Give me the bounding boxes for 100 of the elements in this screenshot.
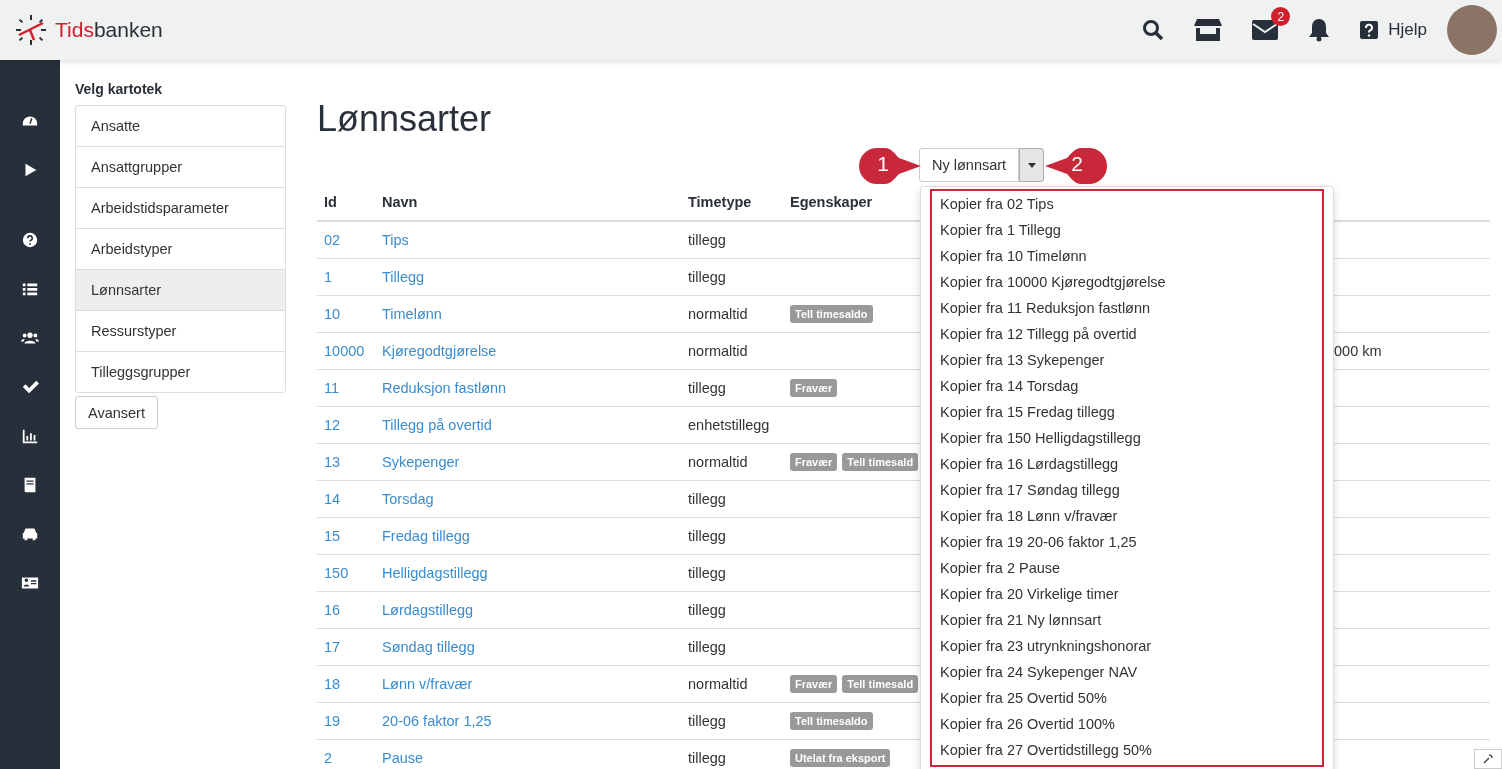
table-cell: tillegg xyxy=(688,232,726,248)
menu-item[interactable]: Kopier fra 14 Torsdag xyxy=(940,373,1314,399)
search-icon[interactable] xyxy=(1142,19,1165,41)
menu-item[interactable]: Kopier fra 11 Reduksjon fastlønn xyxy=(940,295,1314,321)
menu-item[interactable]: Kopier fra 12 Tillegg på overtid xyxy=(940,321,1314,347)
kartotek-item[interactable]: Lønnsarter xyxy=(76,269,285,310)
panel-heading: Velg kartotek xyxy=(75,81,164,97)
menu-item[interactable]: Kopier fra 19 20-06 faktor 1,25 xyxy=(940,529,1314,555)
table-cell: tillegg xyxy=(688,269,726,285)
menu-item[interactable]: Kopier fra 25 Overtid 50% xyxy=(940,685,1314,711)
bell-icon[interactable] xyxy=(1308,18,1331,42)
name-link[interactable]: Tillegg xyxy=(382,269,425,285)
menu-item[interactable]: Kopier fra 21 Ny lønnsart xyxy=(940,607,1314,633)
name-link[interactable]: Lønn v/fravær xyxy=(382,676,473,692)
name-link[interactable]: Pause xyxy=(382,750,424,766)
kartotek-item[interactable]: Ressurstyper xyxy=(76,310,285,351)
property-tag: Tell timesaldo xyxy=(790,712,873,730)
menu-item[interactable]: Kopier fra 10 Timelønn xyxy=(940,243,1314,269)
id-link[interactable]: 18 xyxy=(324,676,341,692)
property-tag: Tell timesald xyxy=(842,453,919,471)
id-link[interactable]: 13 xyxy=(324,454,341,470)
help-link[interactable]: Hjelp xyxy=(1388,20,1427,40)
logo-text[interactable]: Tidsbanken xyxy=(55,18,163,42)
new-button[interactable]: Ny lønnsart xyxy=(919,148,1020,182)
name-link[interactable]: Kjøregodtgjørelse xyxy=(382,343,497,359)
table-cell: 000 km xyxy=(1334,343,1382,359)
column-header: Id xyxy=(324,194,337,210)
property-tag: Utelat fra eksport xyxy=(790,749,891,767)
table-cell: normaltid xyxy=(688,306,748,322)
caret-icon xyxy=(1027,162,1036,168)
menu-item[interactable]: Kopier fra 23 utrynkningshonorar xyxy=(940,633,1314,659)
name-link[interactable]: 20-06 faktor 1,25 xyxy=(382,713,492,729)
chart-icon[interactable] xyxy=(21,427,39,445)
id-link[interactable]: 16 xyxy=(324,602,341,618)
tool-button[interactable] xyxy=(1474,749,1502,769)
id-link[interactable]: 1 xyxy=(324,269,333,285)
name-link[interactable]: Timelønn xyxy=(382,306,442,322)
kartotek-item[interactable]: Ansattgrupper xyxy=(76,146,285,187)
check-icon[interactable] xyxy=(21,378,39,396)
menu-item[interactable]: Kopier fra 20 Virkelige timer xyxy=(940,581,1314,607)
id-link[interactable]: 10 xyxy=(324,306,341,322)
table-cell: tillegg xyxy=(688,380,726,396)
table-cell: tillegg xyxy=(688,528,726,544)
question-icon[interactable] xyxy=(21,231,39,249)
menu-item[interactable]: Kopier fra 1 Tillegg xyxy=(940,217,1314,243)
table-cell: tillegg xyxy=(688,565,726,581)
menu-item[interactable]: Kopier fra 2 Pause xyxy=(940,555,1314,581)
mail-icon[interactable] xyxy=(1252,20,1279,40)
name-link[interactable]: Tillegg på overtid xyxy=(382,417,492,433)
kartotek-item[interactable]: Ansatte xyxy=(76,106,285,146)
table-cell: tillegg xyxy=(688,491,726,507)
advanced-button[interactable]: Avansert xyxy=(75,396,158,429)
help-icon[interactable] xyxy=(1360,21,1379,39)
id-link[interactable]: 11 xyxy=(324,380,340,396)
name-link[interactable]: Lørdagstillegg xyxy=(382,602,474,618)
menu-item[interactable]: Kopier fra 27 Overtidstillegg 50% xyxy=(940,737,1314,763)
id-link[interactable]: 150 xyxy=(324,565,349,581)
id-link[interactable]: 12 xyxy=(324,417,341,433)
kartotek-item[interactable]: Arbeidstidsparameter xyxy=(76,187,285,228)
table-cell: tillegg xyxy=(688,639,726,655)
id-link[interactable]: 17 xyxy=(324,639,341,655)
page-title: Lønnsarter xyxy=(317,98,493,140)
name-link[interactable]: Reduksjon fastlønn xyxy=(382,380,507,396)
property-tag: Fravær xyxy=(790,453,838,471)
user-avatar[interactable] xyxy=(1447,5,1497,55)
id-link[interactable]: 15 xyxy=(324,528,341,544)
name-link[interactable]: Søndag tillegg xyxy=(382,639,475,655)
name-link[interactable]: Torsdag xyxy=(382,491,434,507)
name-link[interactable]: Helligdagstillegg xyxy=(382,565,488,581)
property-tag: Fravær xyxy=(790,379,838,397)
menu-item[interactable]: Kopier fra 13 Sykepenger xyxy=(940,347,1314,373)
table-cell: normaltid xyxy=(688,676,748,692)
menu-item[interactable]: Kopier fra 24 Sykepenger NAV xyxy=(940,659,1314,685)
id-link[interactable]: 19 xyxy=(324,713,341,729)
property-tag: Tell timesaldo xyxy=(790,305,873,323)
property-tag: Tell timesald xyxy=(842,675,919,693)
store-icon[interactable] xyxy=(1194,18,1223,42)
kartotek-item[interactable]: Tilleggsgrupper xyxy=(76,351,285,392)
table-cell: tillegg xyxy=(688,713,726,729)
menu-item[interactable]: Kopier fra 17 Søndag tillegg xyxy=(940,477,1314,503)
callout-number: 2 xyxy=(1070,152,1084,176)
name-link[interactable]: Sykepenger xyxy=(382,454,460,470)
id-link[interactable]: 10000 xyxy=(324,343,365,359)
name-link[interactable]: Fredag tillegg xyxy=(382,528,470,544)
name-link[interactable]: Tips xyxy=(382,232,409,248)
table-cell: tillegg xyxy=(688,602,726,618)
property-tag: Fravær xyxy=(790,675,838,693)
menu-item[interactable]: Kopier fra 150 Helligdagstillegg xyxy=(940,425,1314,451)
id-link[interactable]: 2 xyxy=(324,750,333,766)
table-cell: tillegg xyxy=(688,750,726,766)
clock-logo-icon xyxy=(15,14,47,46)
menu-item[interactable]: Kopier fra 02 Tips xyxy=(940,191,1314,217)
menu-item[interactable]: Kopier fra 15 Fredag tillegg xyxy=(940,399,1314,425)
menu-item[interactable]: Kopier fra 18 Lønn v/fravær xyxy=(940,503,1314,529)
menu-item[interactable]: Kopier fra 10000 Kjøregodtgjørelse xyxy=(940,269,1314,295)
id-link[interactable]: 02 xyxy=(324,232,341,248)
menu-item[interactable]: Kopier fra 16 Lørdagstillegg xyxy=(940,451,1314,477)
menu-item[interactable]: Kopier fra 26 Overtid 100% xyxy=(940,711,1314,737)
id-link[interactable]: 14 xyxy=(324,491,341,507)
dropdown-toggle[interactable] xyxy=(1019,148,1045,182)
